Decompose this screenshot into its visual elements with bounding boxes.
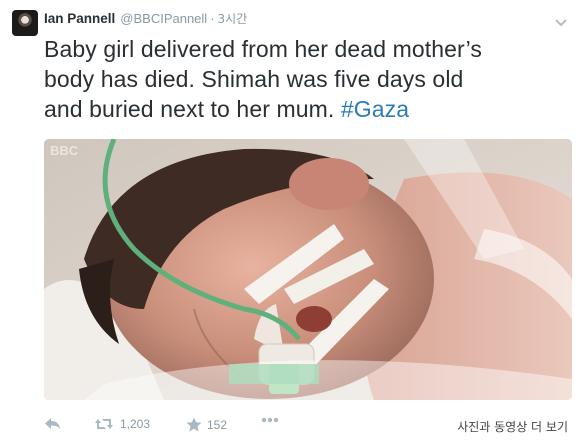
chevron-down-icon[interactable] xyxy=(555,14,567,27)
retweet-icon xyxy=(94,417,114,431)
tweet-text-line: Baby girl delivered from her dead mother… xyxy=(44,36,483,62)
favorite-button[interactable]: 152 xyxy=(186,417,227,432)
tweet: Ian Pannell @BBCIPannell · 3시간 Baby girl… xyxy=(0,0,583,448)
reply-button[interactable] xyxy=(44,417,62,431)
newborn-photo-image: BBC xyxy=(44,139,572,400)
favorite-count: 152 xyxy=(207,417,228,432)
avatar[interactable] xyxy=(12,10,38,36)
bbc-watermark: BBC xyxy=(50,143,79,158)
tweet-text-fragment: and buried next to her mum. xyxy=(44,96,341,122)
author-name[interactable]: Ian Pannell xyxy=(44,11,115,26)
reply-icon xyxy=(44,417,62,431)
more-dots-icon xyxy=(261,417,279,423)
view-more-photos-link[interactable]: 사진과 동영상 더 보기 xyxy=(457,418,568,435)
tweet-header: Ian Pannell @BBCIPannell · 3시간 xyxy=(44,10,247,30)
author-handle[interactable]: @BBCIPannell xyxy=(120,11,207,26)
more-button[interactable] xyxy=(261,417,279,423)
tweet-timestamp[interactable]: 3시간 xyxy=(218,10,248,27)
tweet-text-line: and buried next to her mum. #Gaza xyxy=(44,94,574,124)
tweet-text-line: body has died. Shimah was five days old xyxy=(44,66,464,92)
separator-dot: · xyxy=(210,11,215,26)
retweet-count: 1,203 xyxy=(120,417,151,431)
star-icon xyxy=(186,417,202,432)
retweet-button[interactable]: 1,203 xyxy=(94,417,150,431)
tweet-actions: 1,203 152 사진과 동영상 더 보기 xyxy=(44,417,574,439)
tweet-text: Baby girl delivered from her dead mother… xyxy=(44,34,574,124)
tweet-photo[interactable]: BBC xyxy=(44,139,572,400)
hashtag-link[interactable]: #Gaza xyxy=(341,96,409,122)
